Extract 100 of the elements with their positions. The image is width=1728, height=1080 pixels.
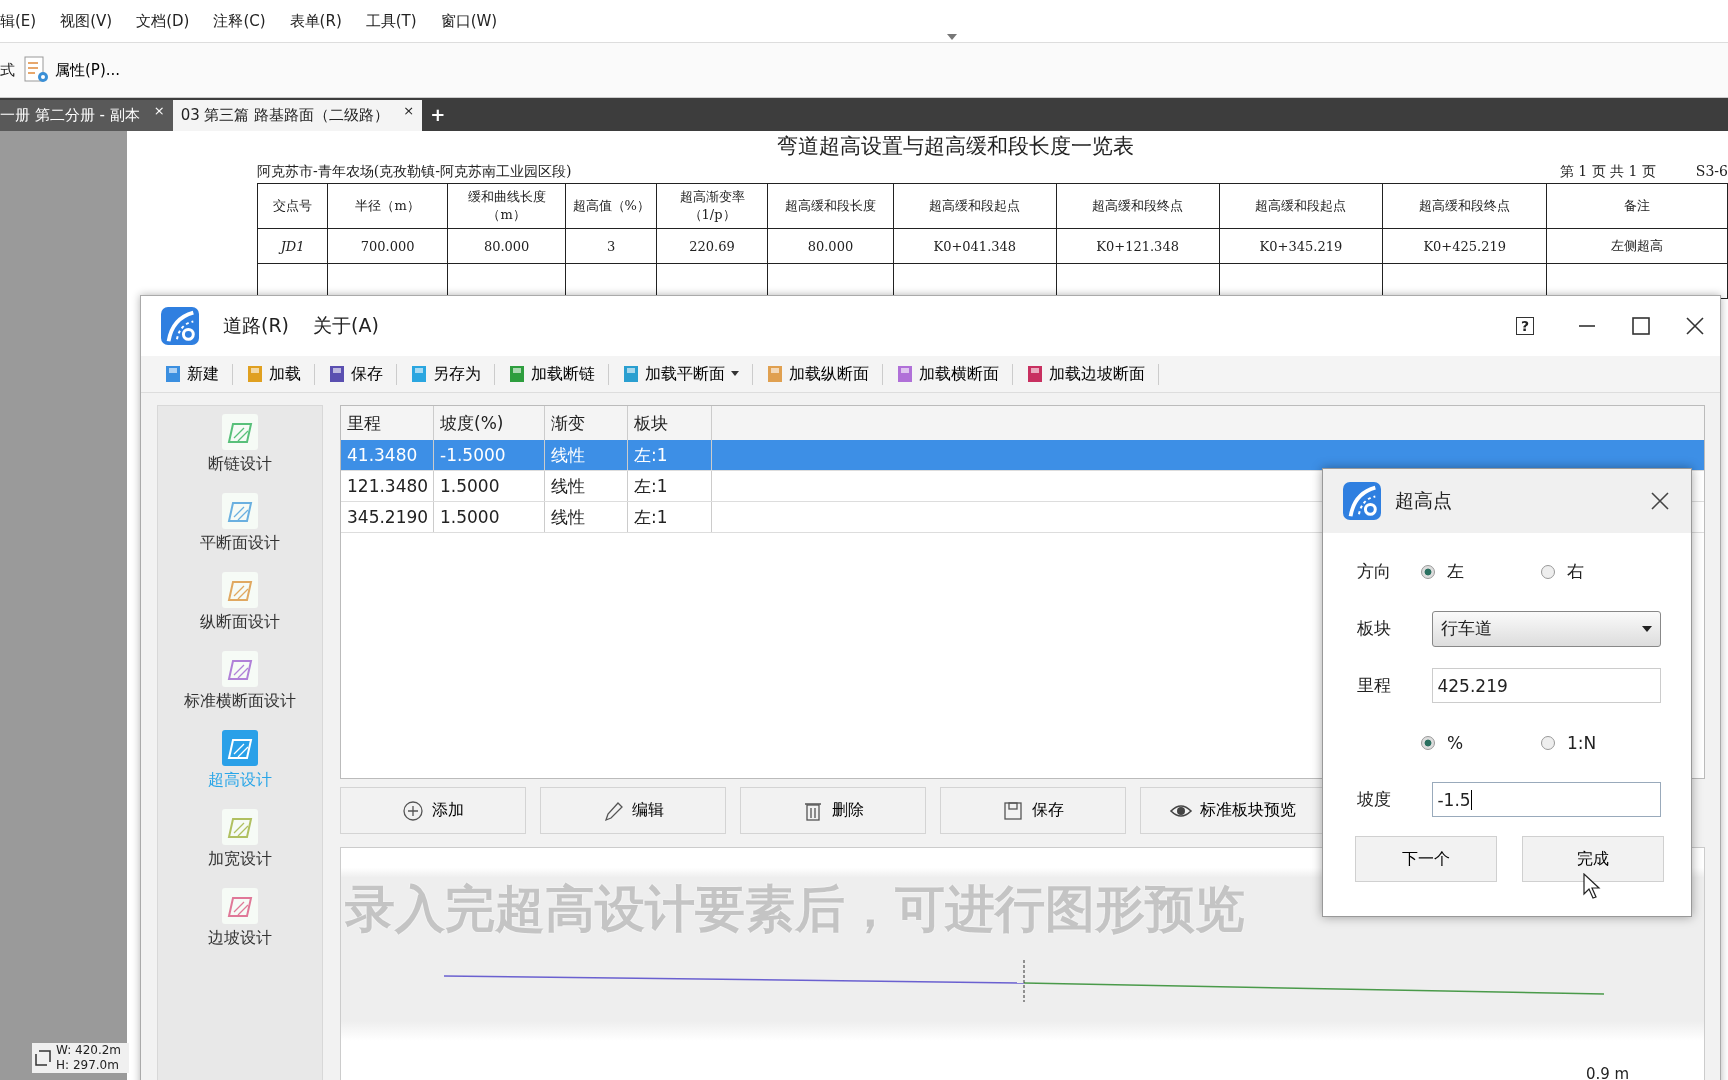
- design-icon: [222, 414, 258, 450]
- field-label: 里程: [1357, 674, 1392, 697]
- sidebar-item[interactable]: 平断面设计: [200, 493, 280, 572]
- menu-item[interactable]: 表单(R): [289, 11, 342, 31]
- column-header: 超高值（%）: [565, 183, 657, 229]
- field-label: 方向: [1357, 560, 1392, 583]
- document-icon: [411, 365, 427, 383]
- table-cell: 1.5000: [434, 471, 545, 501]
- table-cell: 线性: [545, 471, 628, 501]
- toolbar-button[interactable]: 加载边坡断面: [1027, 363, 1159, 385]
- column-header: 超高缓和段终点: [1056, 183, 1220, 229]
- menu-item[interactable]: 文档(D): [136, 11, 190, 31]
- toolbar-button[interactable]: 加载横断面: [897, 363, 1013, 385]
- toolbar-button[interactable]: 加载纵断面: [767, 363, 883, 385]
- table-cell: 220.69: [656, 228, 768, 264]
- properties-button[interactable]: 属性(P)...: [19, 56, 125, 84]
- toolbar-button[interactable]: 加载: [247, 363, 315, 385]
- radio-option[interactable]: 1:N: [1541, 732, 1661, 753]
- action-button[interactable]: 编辑: [540, 787, 726, 834]
- radio-option[interactable]: 左: [1421, 560, 1541, 583]
- add-icon: [402, 799, 424, 822]
- page-info: 第 1 页 共 1 页: [1559, 163, 1656, 181]
- dialog-button[interactable]: 完成: [1522, 836, 1664, 882]
- document-tab[interactable]: 一册 第二分册 - 副本 ×: [0, 100, 173, 131]
- design-icon: [222, 572, 258, 608]
- sheet-number: S3-6: [1695, 163, 1728, 181]
- document-icon: [767, 365, 783, 383]
- column-header: 交点号: [257, 183, 328, 229]
- close-button[interactable]: [1650, 491, 1670, 511]
- design-icon: [222, 888, 258, 924]
- radio-option[interactable]: %: [1421, 732, 1541, 753]
- document-icon: [897, 365, 913, 383]
- radio-button[interactable]: [1421, 564, 1435, 579]
- table-cell: K0+041.348: [893, 228, 1057, 264]
- close-icon[interactable]: ×: [153, 103, 165, 118]
- action-button[interactable]: 添加: [340, 787, 526, 834]
- cursor-icon: [1583, 873, 1601, 899]
- toolbar-button[interactable]: 加载断链: [509, 363, 609, 385]
- properties-icon: [23, 56, 49, 84]
- menu-item[interactable]: 道路(R): [223, 313, 290, 339]
- table-cell: K0+121.348: [1056, 228, 1220, 264]
- field-label: 坡度: [1357, 788, 1392, 811]
- close-icon[interactable]: ×: [403, 103, 415, 118]
- menu-item[interactable]: 辑(E): [0, 11, 37, 31]
- maximize-button[interactable]: [1631, 316, 1651, 336]
- menu-item[interactable]: 视图(V): [60, 11, 113, 31]
- table-cell: 线性: [545, 440, 628, 470]
- sidebar-item[interactable]: 纵断面设计: [200, 572, 280, 651]
- field-label: 板块: [1357, 617, 1392, 640]
- caret-icon: [731, 371, 739, 377]
- design-icon: [222, 730, 258, 766]
- menu-item[interactable]: 工具(T): [365, 11, 417, 31]
- help-button[interactable]: ?: [1516, 317, 1534, 335]
- toolbar-label: 式: [0, 60, 15, 80]
- new-tab-button[interactable]: +: [422, 104, 454, 125]
- app-logo-icon: [1343, 482, 1381, 520]
- tab-label: 03 第三篇 路基路面（二级路）: [180, 106, 390, 125]
- toolbar-button[interactable]: 另存为: [411, 363, 495, 385]
- input-field[interactable]: 425.219: [1432, 668, 1661, 703]
- column-header: 超高缓和段终点: [1382, 183, 1547, 229]
- toolbar-button[interactable]: 新建: [165, 363, 233, 385]
- column-header: 缓和曲线长度（m）: [447, 183, 566, 229]
- tab-label: 一册 第二分册 - 副本: [0, 106, 140, 125]
- input-field[interactable]: -1.5: [1432, 782, 1661, 817]
- radio-button[interactable]: [1541, 735, 1555, 750]
- design-icon: [222, 651, 258, 687]
- menu-item[interactable]: 窗口(W): [440, 11, 498, 31]
- app-logo-icon: [161, 307, 199, 345]
- sidebar-item[interactable]: 断链设计: [208, 414, 272, 493]
- table-cell: -1.5000: [434, 440, 545, 470]
- table-cell: 80.000: [767, 228, 894, 264]
- toolbar-button[interactable]: 保存: [329, 363, 397, 385]
- radio-button[interactable]: [1421, 735, 1435, 750]
- radio-option[interactable]: 右: [1541, 560, 1661, 583]
- document-icon: [1027, 365, 1043, 383]
- sidebar-item[interactable]: 加宽设计: [208, 809, 272, 888]
- column-header: 半径（m）: [327, 183, 448, 229]
- document-icon: [509, 365, 525, 383]
- action-button[interactable]: 删除: [740, 787, 926, 834]
- table-cell: 41.3480: [341, 440, 434, 470]
- action-button[interactable]: 保存: [940, 787, 1126, 834]
- close-button[interactable]: [1685, 316, 1705, 336]
- dropdown-field[interactable]: 行车道: [1432, 610, 1661, 647]
- document-icon: [165, 365, 181, 383]
- menu-item[interactable]: 关于(A): [313, 313, 379, 339]
- table-cell: 左:1: [628, 502, 712, 532]
- page-width: W: 420.2m: [56, 1043, 122, 1058]
- menu-item[interactable]: 注释(C): [213, 11, 266, 31]
- column-header: 超高渐变率（1/p）: [656, 183, 768, 229]
- document-tab[interactable]: 03 第三篇 路基路面（二级路） ×: [172, 100, 423, 131]
- document-title: 弯道超高设置与超高缓和段长度一览表: [776, 133, 1135, 159]
- table-cell: 1.5000: [434, 502, 545, 532]
- sidebar-item[interactable]: 标准横断面设计: [184, 651, 296, 730]
- radio-button[interactable]: [1541, 564, 1555, 579]
- table-cell: 左:1: [628, 471, 712, 501]
- sidebar-item[interactable]: 边坡设计: [208, 888, 272, 967]
- page-size-icon: [34, 1049, 52, 1067]
- dialog-button[interactable]: 下一个: [1355, 836, 1497, 882]
- toolbar-button[interactable]: 加载平断面: [623, 363, 753, 385]
- scale-label: 0.9 m: [1586, 1065, 1630, 1080]
